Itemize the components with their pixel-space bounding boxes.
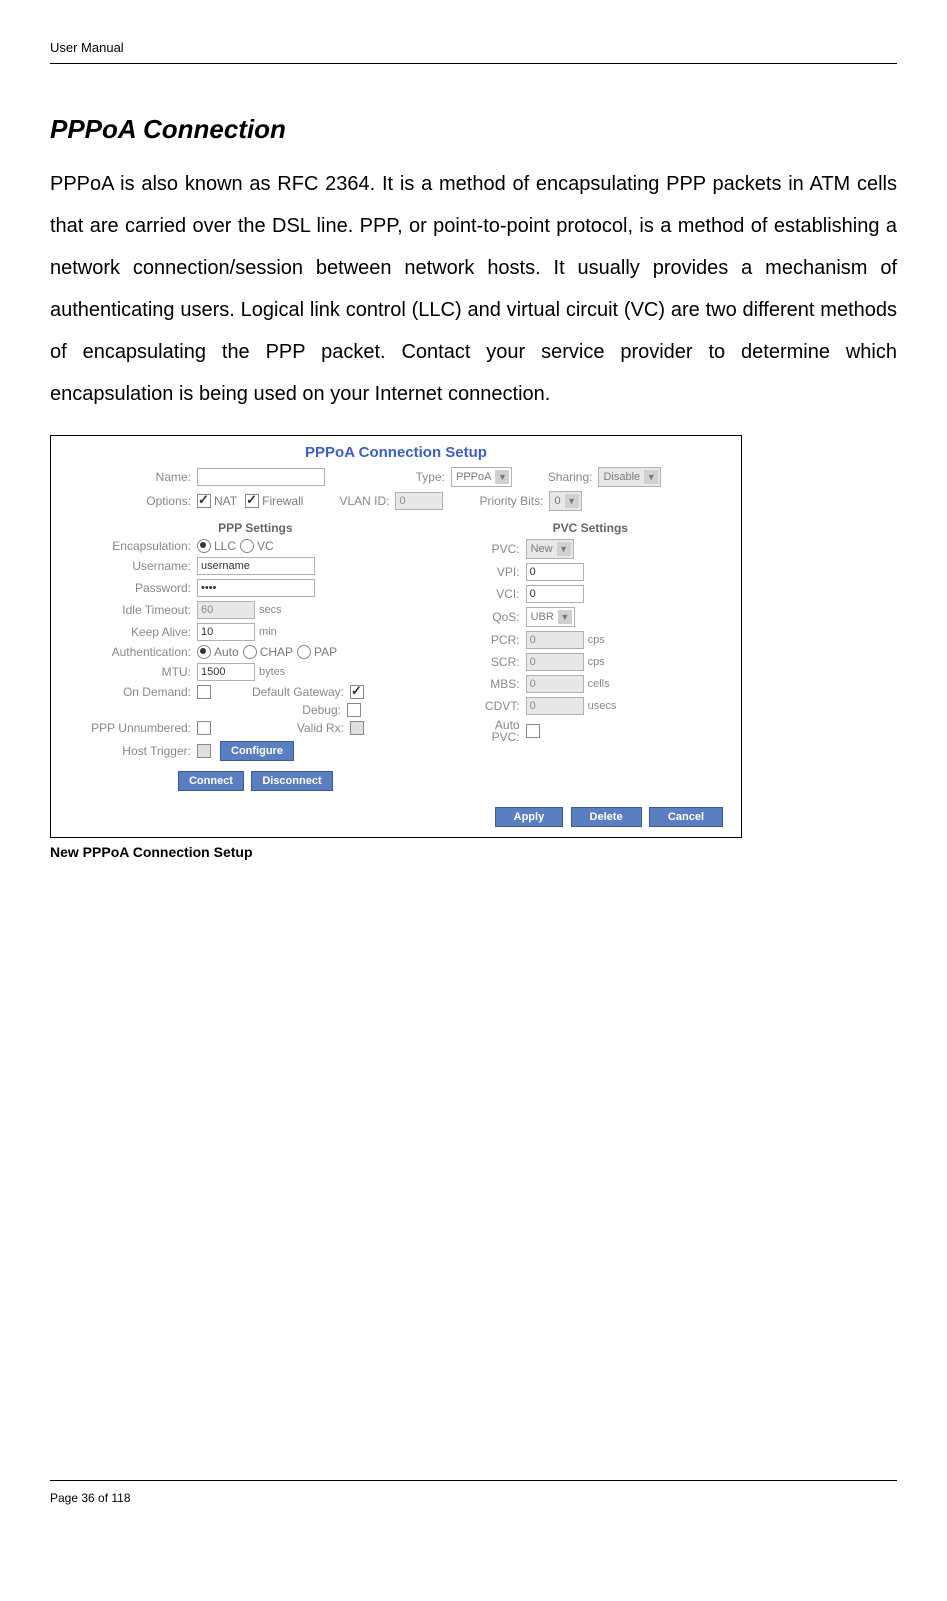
validrx-checkbox xyxy=(350,721,364,735)
pvc-select[interactable]: New▼ xyxy=(526,539,574,559)
mbs-input: 0 xyxy=(526,675,584,693)
vpi-label: VPI: xyxy=(450,565,526,579)
firewall-checkbox[interactable] xyxy=(245,494,259,508)
cdvt-label: CDVT: xyxy=(450,699,526,713)
encap-vc-label: VC xyxy=(257,539,274,553)
username-input[interactable]: username xyxy=(197,557,315,575)
auth-label: Authentication: xyxy=(61,645,197,659)
ppp-heading: PPP Settings xyxy=(61,515,450,539)
idle-unit: secs xyxy=(259,604,282,616)
debug-label: Debug: xyxy=(211,703,347,717)
delete-button[interactable]: Delete xyxy=(571,807,642,827)
panel-title: PPPoA Connection Setup xyxy=(51,436,741,467)
auth-pap-radio[interactable] xyxy=(297,645,311,659)
auth-pap-label: PAP xyxy=(314,645,337,659)
vlan-input: 0 xyxy=(395,492,443,510)
defgw-label: Default Gateway: xyxy=(214,685,350,699)
apply-button[interactable]: Apply xyxy=(495,807,564,827)
vlan-label: VLAN ID: xyxy=(303,494,395,508)
type-label: Type: xyxy=(325,470,451,484)
vci-label: VCI: xyxy=(450,587,526,601)
options-label: Options: xyxy=(61,494,197,508)
auth-chap-radio[interactable] xyxy=(243,645,257,659)
encap-label: Encapsulation: xyxy=(61,539,197,553)
priority-label: Priority Bits: xyxy=(443,494,549,508)
keepalive-unit: min xyxy=(259,626,277,638)
figure-caption: New PPPoA Connection Setup xyxy=(50,844,897,860)
qos-label: QoS: xyxy=(450,610,526,624)
autopvc-checkbox[interactable] xyxy=(526,724,540,738)
section-title: PPPoA Connection xyxy=(50,114,897,145)
encap-llc-radio[interactable] xyxy=(197,539,211,553)
hosttrigger-checkbox xyxy=(197,744,211,758)
sharing-label: Sharing: xyxy=(512,470,598,484)
password-input[interactable]: •••• xyxy=(197,579,315,597)
chevron-down-icon: ▼ xyxy=(565,494,579,508)
unnumbered-label: PPP Unnumbered: xyxy=(61,721,197,735)
mtu-label: MTU: xyxy=(61,665,197,679)
type-select[interactable]: PPPoA▼ xyxy=(451,467,512,487)
validrx-label: Valid Rx: xyxy=(214,721,350,735)
mtu-input[interactable]: 1500 xyxy=(197,663,255,681)
pcr-unit: cps xyxy=(588,634,605,646)
encap-vc-radio[interactable] xyxy=(240,539,254,553)
username-label: Username: xyxy=(61,559,197,573)
encap-llc-label: LLC xyxy=(214,539,236,553)
name-input[interactable] xyxy=(197,468,325,486)
cdvt-unit: usecs xyxy=(588,700,617,712)
sharing-select: Disable▼ xyxy=(598,467,661,487)
priority-select: 0▼ xyxy=(549,491,581,511)
keepalive-input[interactable]: 10 xyxy=(197,623,255,641)
nat-label: NAT xyxy=(214,494,237,508)
ondemand-label: On Demand: xyxy=(61,685,197,699)
vpi-input[interactable]: 0 xyxy=(526,563,584,581)
pvc-label: PVC: xyxy=(450,542,526,556)
cancel-button[interactable]: Cancel xyxy=(649,807,723,827)
pcr-input: 0 xyxy=(526,631,584,649)
pvc-heading: PVC Settings xyxy=(450,515,731,539)
page-footer: Page 36 of 118 xyxy=(50,1480,897,1505)
unnumbered-checkbox[interactable] xyxy=(197,721,211,735)
scr-label: SCR: xyxy=(450,655,526,669)
pcr-label: PCR: xyxy=(450,633,526,647)
autopvc-label: Auto PVC: xyxy=(450,719,526,743)
cdvt-input: 0 xyxy=(526,697,584,715)
qos-select[interactable]: UBR▼ xyxy=(526,607,575,627)
page-header: User Manual xyxy=(50,40,897,64)
defgw-checkbox[interactable] xyxy=(350,685,364,699)
scr-unit: cps xyxy=(588,656,605,668)
idle-input: 60 xyxy=(197,601,255,619)
scr-input: 0 xyxy=(526,653,584,671)
auth-chap-label: CHAP xyxy=(260,645,293,659)
debug-checkbox[interactable] xyxy=(347,703,361,717)
auth-auto-radio[interactable] xyxy=(197,645,211,659)
connect-button[interactable]: Connect xyxy=(178,771,244,791)
chevron-down-icon: ▼ xyxy=(557,542,571,556)
idle-label: Idle Timeout: xyxy=(61,603,197,617)
name-label: Name: xyxy=(61,470,197,484)
configure-button[interactable]: Configure xyxy=(220,741,294,761)
hosttrigger-label: Host Trigger: xyxy=(61,744,197,758)
auth-auto-label: Auto xyxy=(214,645,239,659)
ondemand-checkbox[interactable] xyxy=(197,685,211,699)
connection-setup-panel: PPPoA Connection Setup Name: Type: PPPoA… xyxy=(50,435,742,838)
chevron-down-icon: ▼ xyxy=(495,470,509,484)
nat-checkbox[interactable] xyxy=(197,494,211,508)
disconnect-button[interactable]: Disconnect xyxy=(251,771,332,791)
chevron-down-icon: ▼ xyxy=(644,470,658,484)
keepalive-label: Keep Alive: xyxy=(61,625,197,639)
chevron-down-icon: ▼ xyxy=(558,610,572,624)
mbs-label: MBS: xyxy=(450,677,526,691)
mtu-unit: bytes xyxy=(259,666,285,678)
vci-input[interactable]: 0 xyxy=(526,585,584,603)
password-label: Password: xyxy=(61,581,197,595)
mbs-unit: cells xyxy=(588,678,610,690)
firewall-label: Firewall xyxy=(262,494,303,508)
body-paragraph: PPPoA is also known as RFC 2364. It is a… xyxy=(50,163,897,415)
